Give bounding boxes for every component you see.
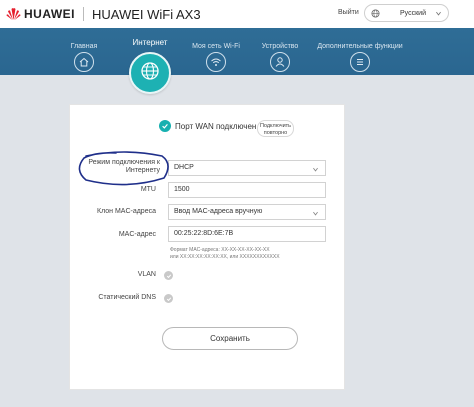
reconnect-button[interactable]: Подключить повторно	[257, 120, 294, 137]
mtu-value: 1500	[174, 186, 190, 193]
static-dns-toggle[interactable]	[164, 294, 173, 303]
huawei-logo-icon	[5, 6, 21, 22]
nav-internet-label[interactable]: Интернет	[112, 38, 188, 47]
mac-clone-label: Клон MAC-адреса	[97, 208, 156, 215]
wan-status-text: Порт WAN подключен	[175, 121, 257, 131]
nav-advanced-label: Дополнительные функции	[317, 43, 403, 50]
vlan-label: VLAN	[137, 271, 156, 278]
mtu-label: MTU	[140, 186, 156, 193]
globe-icon	[371, 8, 380, 18]
mac-hint-line-2: или XX:XX:XX:XX:XX:XX, или XXXXXXXXXXXX	[170, 254, 280, 260]
menu-icon	[350, 52, 370, 72]
connection-mode-select[interactable]: DHCP	[168, 160, 326, 176]
mac-clone-value: Ввод MAC-адреса вручную	[174, 208, 263, 215]
header-divider	[83, 7, 84, 21]
vlan-toggle[interactable]	[164, 271, 173, 280]
mtu-input[interactable]: 1500	[168, 182, 326, 198]
nav-advanced[interactable]: Дополнительные функции	[310, 28, 410, 75]
connection-mode-value: DHCP	[174, 164, 194, 171]
save-button[interactable]: Сохранить	[162, 327, 298, 350]
product-name: HUAWEI WiFi AX3	[92, 6, 201, 22]
connection-mode-label: Режим подключения к Интернету	[88, 159, 160, 174]
language-value: Русский	[400, 9, 426, 17]
globe-icon	[139, 60, 161, 87]
check-icon	[159, 120, 171, 132]
mac-address-label: MAC-адрес	[118, 231, 156, 238]
chevron-down-icon	[435, 10, 442, 17]
wifi-icon	[206, 52, 226, 72]
mac-clone-select[interactable]: Ввод MAC-адреса вручную	[168, 204, 326, 220]
brand-name: HUAWEI	[24, 7, 75, 21]
mac-format-hint: Формат MAC-адреса: XX-XX-XX-XX-XX-XX или…	[170, 247, 280, 261]
home-icon	[74, 52, 94, 72]
mac-hint-line-1: Формат MAC-адреса: XX-XX-XX-XX-XX-XX	[170, 247, 270, 253]
static-dns-label: Статический DNS	[98, 294, 156, 301]
mac-address-input[interactable]: 00:25:22:8D:6E:7B	[168, 226, 326, 242]
brand-logo: HUAWEI	[5, 6, 75, 22]
logout-link[interactable]: Выйти	[338, 9, 359, 16]
user-icon	[270, 52, 290, 72]
top-bar: HUAWEI HUAWEI WiFi AX3 Выйти Русский	[0, 0, 474, 28]
mac-address-value: 00:25:22:8D:6E:7B	[174, 230, 234, 237]
nav-home[interactable]: Главная	[34, 28, 134, 75]
chevron-down-icon	[312, 209, 319, 216]
language-select[interactable]: Русский	[364, 4, 449, 22]
nav-internet[interactable]	[129, 52, 171, 94]
chevron-down-icon	[312, 165, 319, 172]
wan-status: Порт WAN подключен	[159, 120, 256, 132]
main-nav: Главная Моя сеть Wi-Fi Устройство Дополн…	[0, 28, 474, 75]
